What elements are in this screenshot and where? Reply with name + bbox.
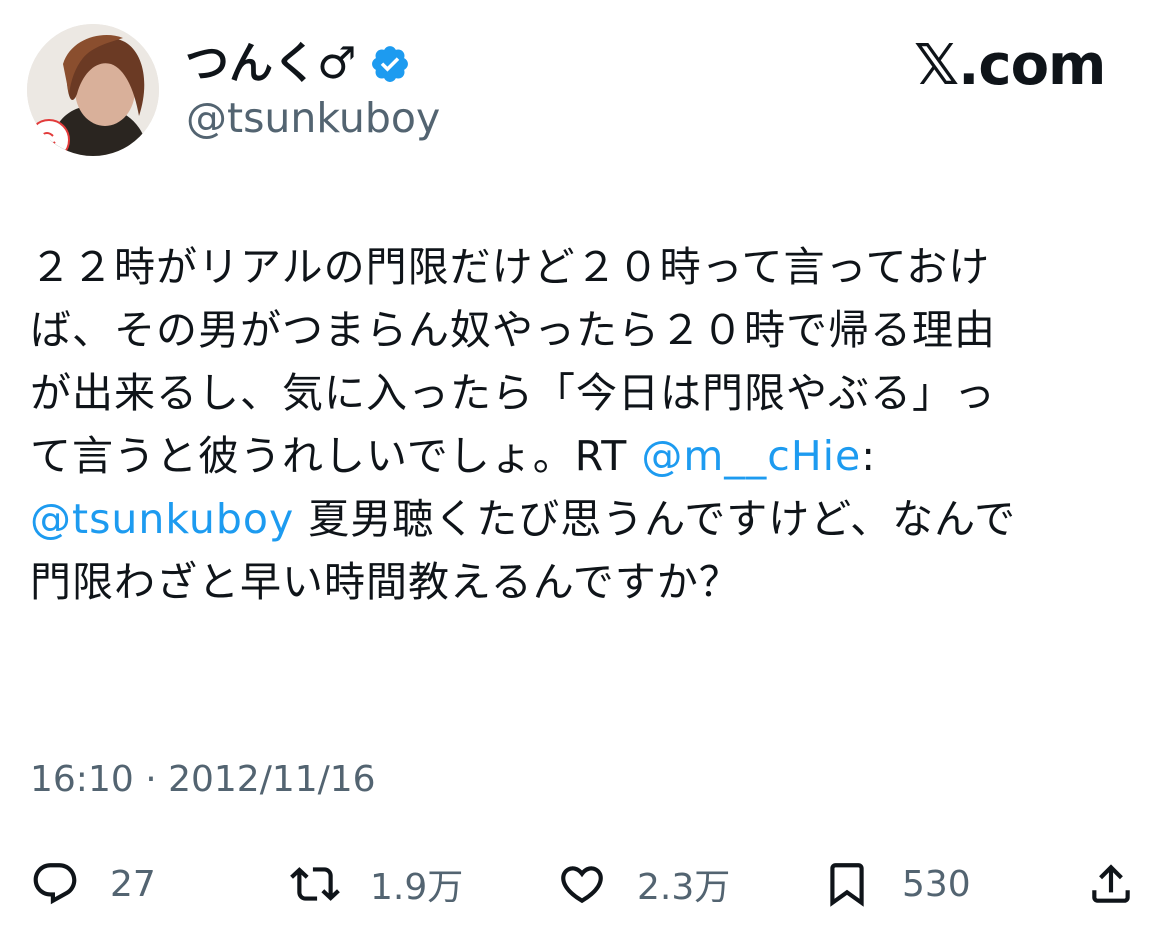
tweet-text-line: ２２時がリアルの門限だけど２０時って言っておけ [30,236,1140,299]
like-count: 2.3万 [637,867,731,908]
mention-link[interactable]: @m__cHie [641,432,861,480]
avatar[interactable] [27,24,159,156]
user-handle[interactable]: @tsunkuboy [186,92,440,144]
tweet-text-segment: が出来るし、気に入ったら「今日は門限やぶる」っ [30,369,996,417]
avatar-photo [27,24,159,156]
bookmark-count: 530 [902,863,971,905]
tweet-text-line: ば、その男がつまらん奴やったら２０時で帰る理由 [30,299,1140,362]
retweet-icon [290,867,340,901]
reply-button[interactable]: 27 [30,848,156,920]
tweet-text-line: て言うと彼うれしいでしょ。RT @m__cHie: [30,425,1140,488]
display-name[interactable]: つんく♂ [185,36,356,92]
heart-icon [561,866,603,904]
bookmark-button[interactable]: 530 [822,848,971,920]
retweet-button[interactable]: 1.9万 [290,848,463,920]
tweet-text-segment: 門限わざと早い時間教えるんですか？ [30,558,741,606]
x-com-logo: 𝕏.com [914,33,1106,98]
share-button[interactable] [1086,848,1136,920]
tweet-text-segment: 夏男聴くたび思うんですけど、なんで [294,495,1017,543]
tweet-text-segment: て言うと彼うれしいでしょ。RT [30,432,642,480]
like-button[interactable]: 2.3万 [557,848,730,920]
share-icon [1092,864,1130,903]
bookmark-icon [830,863,864,907]
tweet-text-segment: : [861,432,877,480]
tweet-text-line: 門限わざと早い時間教えるんですか？ [30,551,1140,614]
retweet-count: 1.9万 [370,867,464,908]
tweet-text-segment: ２２時がリアルの門限だけど２０時って言っておけ [30,243,991,291]
reply-icon [33,863,77,905]
verified-badge-icon [372,46,408,82]
mention-link[interactable]: @tsunkuboy [30,495,294,543]
reply-count: 27 [110,863,156,905]
tweet-text-line: が出来るし、気に入ったら「今日は門限やぶる」っ [30,362,1140,425]
tweet-timestamp[interactable]: 16:10 · 2012/11/16 [30,756,376,804]
tweet-text-line: @tsunkuboy 夏男聴くたび思うんですけど、なんで [30,488,1140,551]
action-bar: 27 1.9万 2.3万 530 [0,848,1170,920]
tweet-text-segment: ば、その男がつまらん奴やったら２０時で帰る理由 [30,306,996,354]
tweet-text: ２２時がリアルの門限だけど２０時って言っておけ ば、その男がつまらん奴やったら２０… [30,236,1140,614]
